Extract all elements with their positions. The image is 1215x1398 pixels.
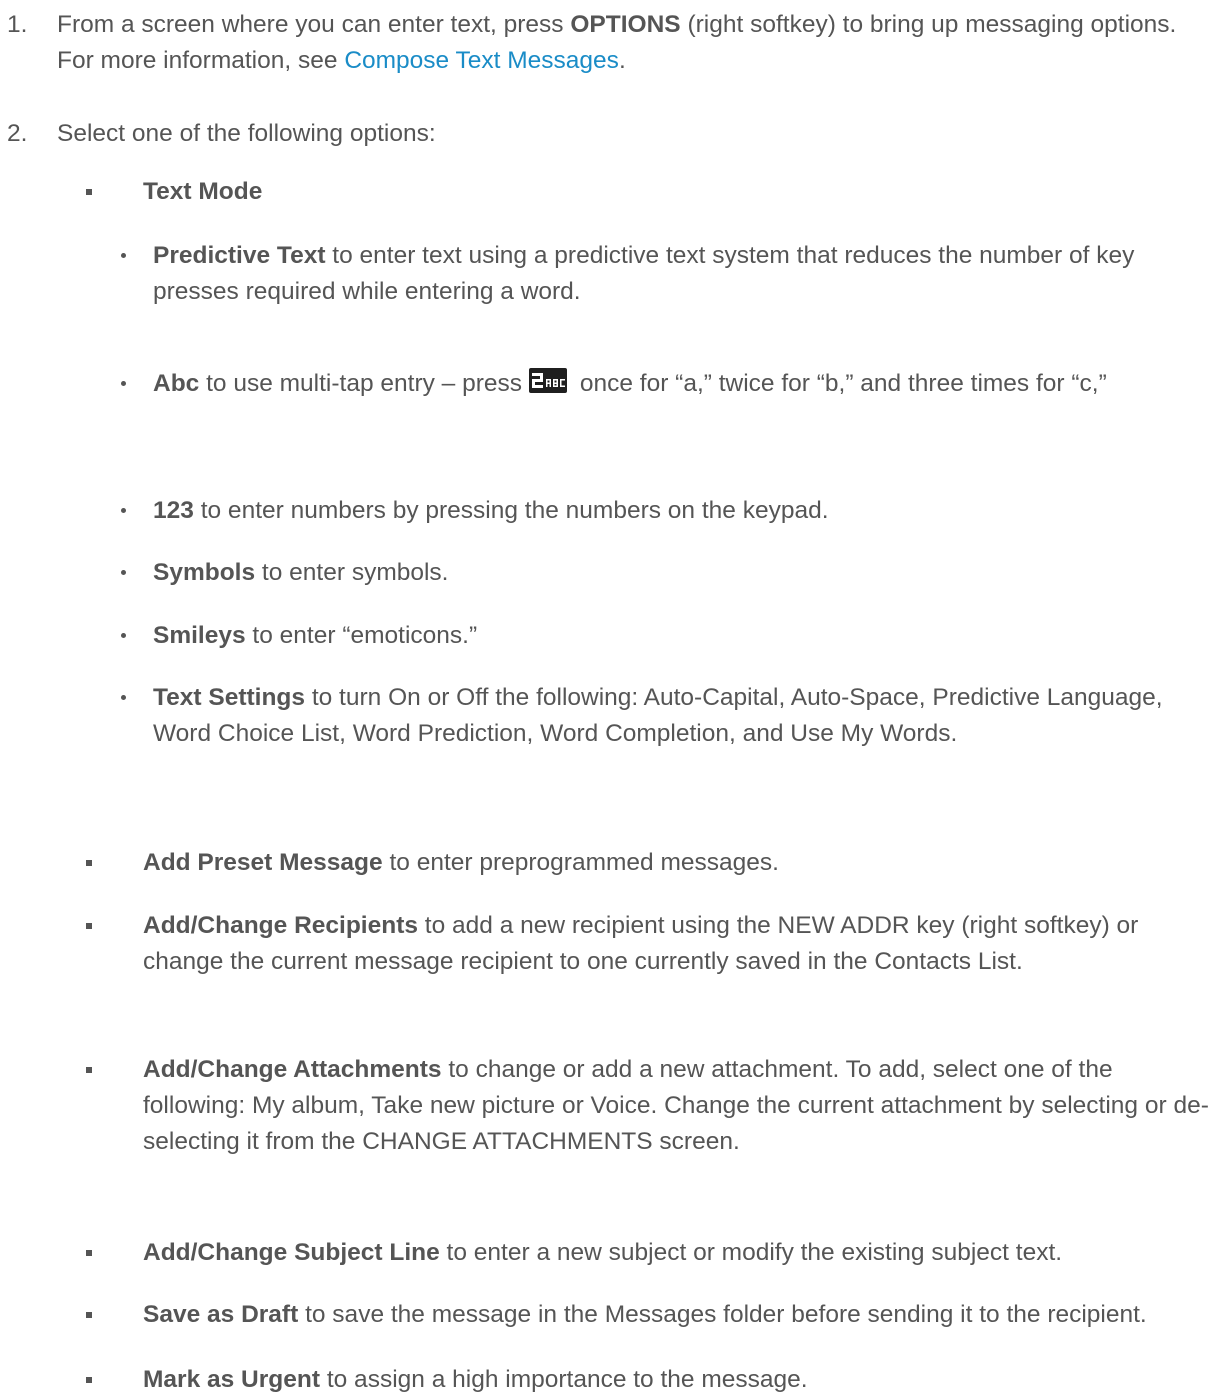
round-bullet-icon — [121, 253, 126, 258]
key-2-abc-icon — [529, 368, 568, 393]
square-bullet-icon — [86, 1312, 92, 1318]
square-bullet-icon — [86, 189, 92, 195]
square-bullet-icon — [86, 1377, 92, 1383]
compose-text-messages-link[interactable]: Compose Text Messages — [344, 47, 619, 74]
round-bullet-icon — [121, 381, 126, 386]
step-text: Select one of the following options: — [57, 120, 436, 147]
round-bullet-icon — [121, 633, 126, 638]
step-number: 1. — [7, 11, 28, 38]
square-bullet-icon — [86, 1250, 92, 1256]
square-bullet-icon — [86, 923, 92, 929]
document-page: 1. From a screen where you can enter tex… — [0, 0, 1215, 1397]
round-bullet-icon — [121, 570, 126, 575]
options-key-label: OPTIONS — [570, 11, 681, 38]
round-bullet-icon — [121, 695, 126, 700]
step-number: 2. — [7, 120, 28, 147]
step-text: From a screen where you can enter text, … — [57, 11, 1177, 74]
round-bullet-icon — [121, 508, 126, 513]
square-bullet-icon — [86, 1067, 92, 1073]
square-bullet-icon — [86, 860, 92, 866]
